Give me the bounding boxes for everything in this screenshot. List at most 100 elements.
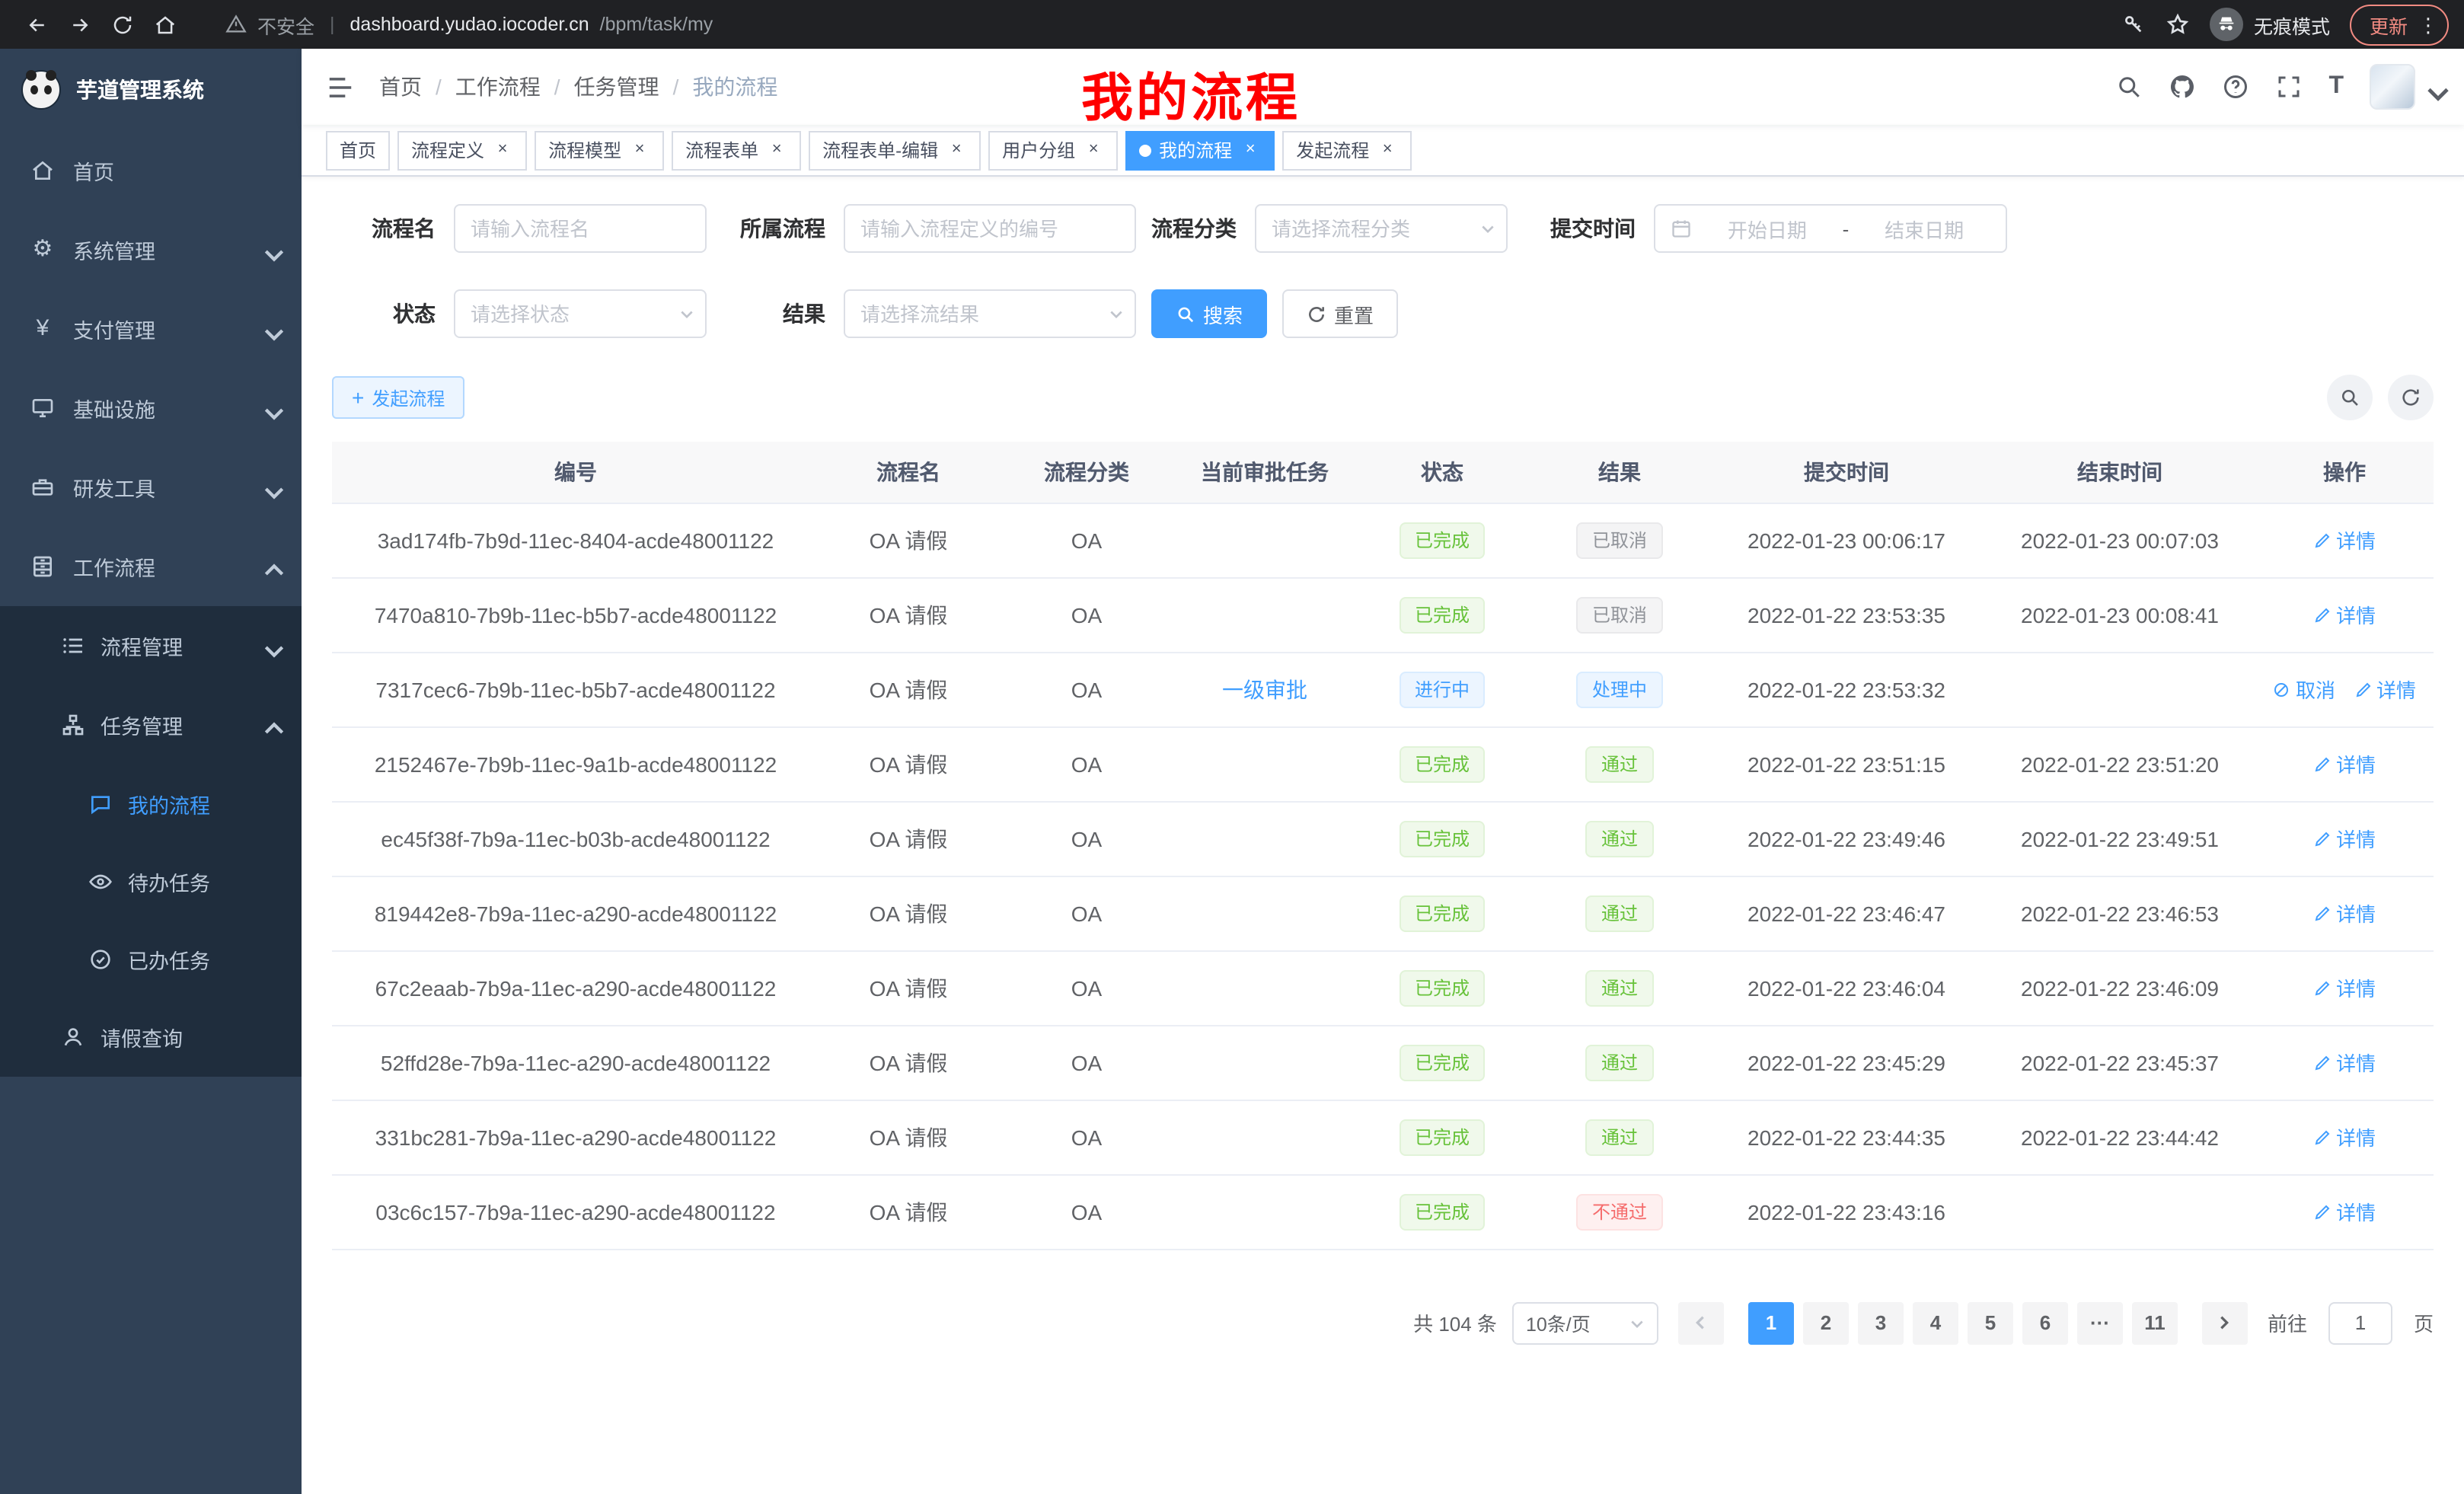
cell-result: 通过 [1530, 1025, 1709, 1100]
browser-menu-icon[interactable]: ⋮ [2418, 14, 2438, 34]
tab-process-model[interactable]: 流程模型× [535, 130, 664, 170]
sidebar-item-infrastructure[interactable]: 基础设施 [0, 369, 302, 448]
detail-link[interactable]: 详情 [2354, 675, 2416, 704]
search-button[interactable]: 搜索 [1151, 289, 1267, 338]
pager-next-button[interactable] [2202, 1301, 2248, 1344]
tab-process-definition[interactable]: 流程定义× [397, 130, 527, 170]
pager-page-6[interactable]: 6 [2022, 1301, 2068, 1344]
sidebar-item-task-management[interactable]: 任务管理 [0, 685, 302, 765]
cell-end-time: 2022-01-22 23:46:53 [1984, 876, 2255, 950]
breadcrumb-item[interactable]: 工作流程 [455, 72, 541, 102]
status-select[interactable] [454, 289, 707, 338]
search-icon[interactable] [2115, 73, 2143, 101]
font-size-icon[interactable]: T [2328, 73, 2344, 101]
cell-process-id: 819442e8-7b9a-11ec-a290-acde48001122 [332, 876, 819, 950]
tab-close-icon[interactable]: × [946, 139, 967, 161]
sidebar-item-dev-tools[interactable]: 研发工具 [0, 448, 302, 527]
tab-process-form[interactable]: 流程表单× [672, 130, 801, 170]
address-bar[interactable]: 不安全 | dashboard.yudao.iocoder.cn/bpm/tas… [201, 10, 2106, 39]
category-select[interactable] [1255, 204, 1508, 253]
filter-row-1: 流程名 所属流程 流程分类 提交 [332, 204, 2434, 253]
start-process-button[interactable]: + 发起流程 [332, 376, 464, 419]
detail-link[interactable]: 详情 [2313, 525, 2376, 554]
browser-update-button[interactable]: 更新 ⋮ [2350, 4, 2449, 45]
date-range-picker[interactable]: 开始日期 - 结束日期 [1654, 204, 2007, 253]
sidebar-item-process-management[interactable]: 流程管理 [0, 606, 302, 685]
browser-reload-icon[interactable] [101, 3, 143, 46]
tab-my-process[interactable]: 我的流程× [1125, 130, 1275, 170]
github-icon[interactable] [2169, 73, 2196, 101]
tab-process-form-edit[interactable]: 流程表单-编辑× [809, 130, 981, 170]
tab-close-icon[interactable]: × [1083, 139, 1104, 161]
pager-pages: 123456···11 [1744, 1301, 2182, 1344]
pager-page-4[interactable]: 4 [1913, 1301, 1958, 1344]
sidebar-item-leave-query[interactable]: 请假查询 [0, 998, 302, 1077]
tab-close-icon[interactable]: × [766, 139, 787, 161]
current-task-link[interactable]: 一级审批 [1222, 674, 1307, 704]
cell-status: 已完成 [1354, 726, 1530, 801]
cancel-link[interactable]: 取消 [2273, 675, 2335, 704]
cell-actions: 详情 [2255, 1025, 2434, 1100]
sidebar-item-workflow[interactable]: 工作流程 [0, 527, 302, 606]
pager-page-1[interactable]: 1 [1748, 1301, 1794, 1344]
tab-home[interactable]: 首页 [326, 130, 390, 170]
process-name-input[interactable] [454, 204, 707, 253]
result-select[interactable] [844, 289, 1136, 338]
pager-page-11[interactable]: 11 [2132, 1301, 2178, 1344]
pager-page-3[interactable]: 3 [1858, 1301, 1904, 1344]
status-tag: 已完成 [1400, 895, 1485, 931]
tab-close-icon[interactable]: × [492, 139, 513, 161]
page-size-select[interactable]: 10条/页 [1512, 1301, 1658, 1344]
detail-link[interactable]: 详情 [2313, 973, 2376, 1002]
breadcrumb-item[interactable]: 首页 [379, 72, 422, 102]
tab-start-process[interactable]: 发起流程× [1282, 130, 1412, 170]
detail-link[interactable]: 详情 [2313, 1122, 2376, 1151]
reset-button[interactable]: 重置 [1282, 289, 1398, 338]
refresh-table-button[interactable] [2388, 375, 2434, 420]
detail-link[interactable]: 详情 [2313, 824, 2376, 853]
hamburger-icon[interactable] [326, 72, 355, 101]
tab-close-icon[interactable]: × [1240, 139, 1261, 161]
status-tag: 已完成 [1400, 1044, 1485, 1081]
sidebar-item-payment[interactable]: ¥ 支付管理 [0, 289, 302, 369]
start-date-placeholder: 开始日期 [1701, 214, 1834, 243]
screen: 不安全 | dashboard.yudao.iocoder.cn/bpm/tas… [0, 0, 2464, 1494]
goto-page-input[interactable] [2328, 1301, 2392, 1344]
detail-link[interactable]: 详情 [2313, 600, 2376, 629]
bookmark-star-icon[interactable] [2166, 12, 2190, 37]
sidebar-item-system[interactable]: ⚙ 系统管理 [0, 210, 302, 289]
check-circle-icon [88, 947, 113, 971]
tab-user-group[interactable]: 用户分组× [988, 130, 1118, 170]
browser-forward-icon[interactable] [58, 3, 101, 46]
app-logo[interactable]: 芋道管理系统 [0, 49, 302, 131]
avatar[interactable] [2370, 64, 2415, 110]
toggle-search-button[interactable] [2327, 375, 2373, 420]
detail-link[interactable]: 详情 [2313, 1197, 2376, 1226]
result-tag: 已取消 [1577, 522, 1662, 558]
sidebar-item-home[interactable]: 首页 [0, 131, 302, 210]
fullscreen-icon[interactable] [2275, 73, 2303, 101]
pager-page-5[interactable]: 5 [1968, 1301, 2013, 1344]
detail-link[interactable]: 详情 [2313, 1048, 2376, 1077]
sidebar-item-todo-tasks[interactable]: 待办任务 [0, 842, 302, 920]
browser-back-icon[interactable] [15, 3, 58, 46]
help-icon[interactable] [2222, 73, 2249, 101]
pager-page-2[interactable]: 2 [1803, 1301, 1849, 1344]
browser-home-icon[interactable] [143, 3, 186, 46]
process-def-input[interactable] [844, 204, 1136, 253]
pager-more-button[interactable]: ··· [2077, 1301, 2123, 1344]
breadcrumb-item[interactable]: 任务管理 [574, 72, 659, 102]
sidebar-item-my-process[interactable]: 我的流程 [0, 765, 302, 842]
user-menu[interactable] [2370, 64, 2440, 110]
process-table: 编号 流程名 流程分类 当前审批任务 状态 结果 提交时间 结束时间 操作 3a… [332, 442, 2434, 1250]
tab-close-icon[interactable]: × [1377, 139, 1398, 161]
cell-status: 已完成 [1354, 503, 1530, 577]
pager-prev-button[interactable] [1678, 1301, 1724, 1344]
detail-link[interactable]: 详情 [2313, 749, 2376, 778]
sidebar-item-done-tasks[interactable]: 已办任务 [0, 920, 302, 998]
cell-submit-time: 2022-01-22 23:53:35 [1709, 577, 1984, 652]
detail-link[interactable]: 详情 [2313, 899, 2376, 927]
table-row: 67c2eaab-7b9a-11ec-a290-acde48001122OA 请… [332, 950, 2434, 1025]
password-key-icon[interactable] [2121, 12, 2146, 37]
tab-close-icon[interactable]: × [629, 139, 650, 161]
